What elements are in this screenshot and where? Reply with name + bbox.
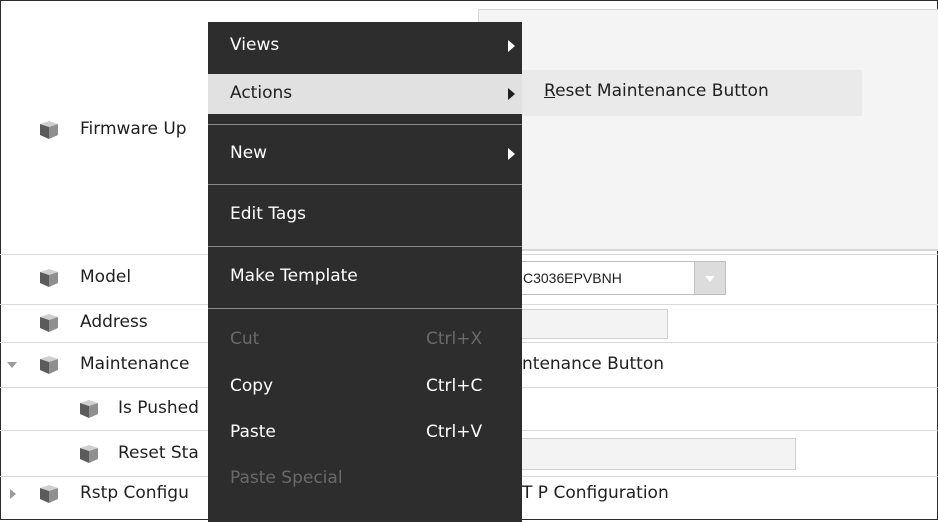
component-cube-icon [78, 399, 100, 419]
mnemonic-letter: R [544, 81, 556, 101]
menu-separator [208, 124, 522, 125]
model-select[interactable]: C3036EPVBNH [510, 261, 726, 295]
component-cube-icon [38, 313, 60, 333]
component-cube-icon [78, 444, 100, 464]
row-label: Address [80, 312, 148, 332]
submenu-item-reset-maintenance-button[interactable]: Reset Maintenance Button [544, 81, 769, 101]
address-input[interactable] [518, 309, 668, 339]
maintenance-action-value[interactable]: ntenance Button [522, 354, 664, 374]
submenu-arrow-icon [508, 40, 515, 52]
submenu-arrow-icon [508, 88, 515, 100]
model-select-value: C3036EPVBNH [523, 270, 622, 286]
menu-item-paste-special: Paste Special [230, 468, 343, 488]
reset-status-input[interactable] [518, 438, 796, 470]
menu-item-edit-tags[interactable]: Edit Tags [208, 195, 522, 235]
chevron-down-icon[interactable] [694, 262, 725, 294]
shortcut-label: Ctrl+V [426, 422, 483, 442]
row-label: Maintenance [80, 354, 190, 374]
menu-item-copy[interactable]: Copy Ctrl+C [208, 367, 522, 407]
menu-separator [208, 308, 522, 309]
row-label: Reset Sta [118, 443, 199, 463]
expand-toggle-icon[interactable] [10, 489, 16, 499]
component-cube-icon [38, 268, 60, 288]
menu-item-paste[interactable]: Paste Ctrl+V [208, 413, 522, 453]
row-label: Is Pushed [118, 398, 199, 418]
component-cube-icon [38, 120, 60, 140]
menu-separator [208, 246, 522, 247]
row-label: Rstp Configu [80, 483, 189, 503]
submenu-arrow-icon [508, 148, 515, 160]
menu-separator [208, 184, 522, 185]
shortcut-label: Ctrl+C [426, 376, 483, 396]
component-cube-icon [38, 484, 60, 504]
expand-toggle-icon[interactable] [7, 362, 17, 368]
rstp-value: T P Configuration [522, 483, 669, 503]
context-menu: Views Actions New Edit Tags Make Templat… [208, 22, 522, 522]
row-label: Model [80, 267, 132, 287]
menu-item-cut: Cut Ctrl+X [230, 329, 483, 349]
submenu-item-text: eset Maintenance Button [555, 81, 769, 101]
menu-item-make-template[interactable]: Make Template [208, 257, 522, 297]
actions-submenu: Reset Maintenance Button [522, 70, 862, 116]
firmware-panel [478, 9, 938, 251]
menu-item-actions[interactable]: Actions [208, 74, 522, 114]
row-label: Firmware Up [80, 119, 187, 139]
menu-item-new[interactable]: New [208, 134, 522, 174]
shortcut-label: Ctrl+X [426, 329, 483, 349]
menu-item-views[interactable]: Views [208, 26, 522, 66]
component-cube-icon [38, 355, 60, 375]
panel-bottom-edge [478, 249, 938, 250]
